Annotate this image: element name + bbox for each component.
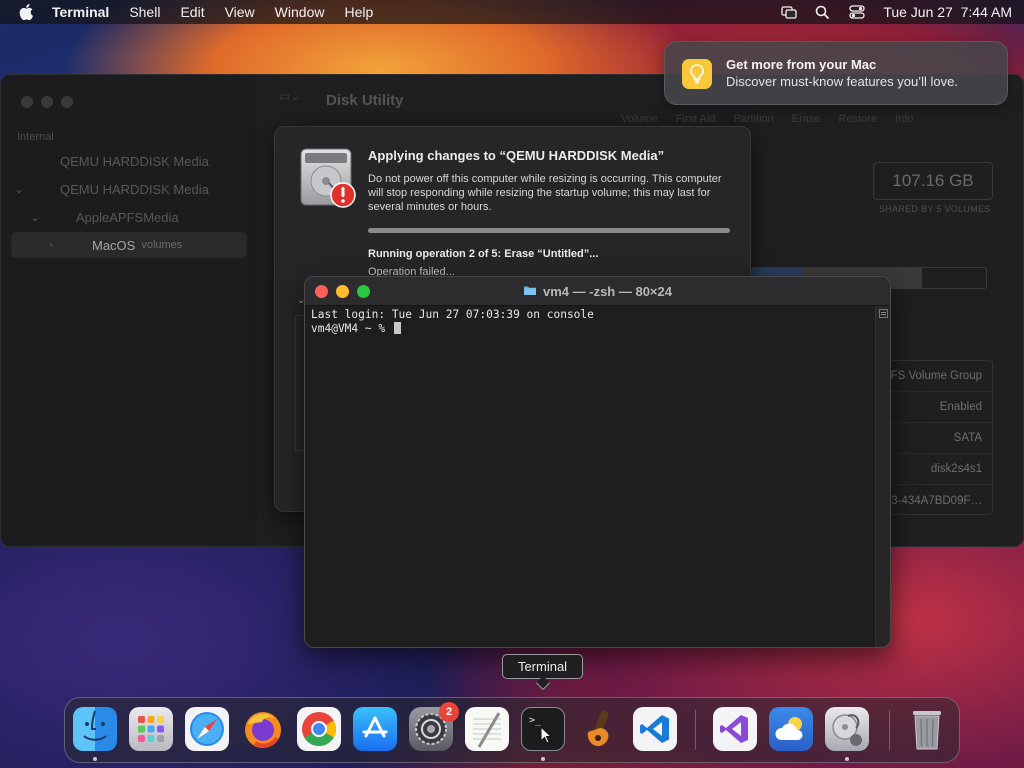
sidebar-toggle-icon[interactable]: ▭⌄ (279, 89, 309, 109)
trash-icon[interactable] (905, 707, 949, 751)
terminal-icon[interactable]: >_ (521, 707, 565, 751)
operation-status: Running operation 2 of 5: Erase “Untitle… (368, 248, 599, 260)
folder-icon (523, 284, 537, 299)
terminal-cursor (393, 322, 401, 334)
safari-icon[interactable] (185, 707, 229, 751)
info-row: …3-434A7BD09F… (879, 494, 982, 507)
textedit-icon[interactable] (465, 707, 509, 751)
minimize-button[interactable] (336, 285, 349, 298)
terminal-window[interactable]: vm4 — -zsh — 80×24 Last login: Tue Jun 2… (304, 276, 891, 648)
sidebar-item-macos[interactable]: › MacOS volumes (11, 232, 247, 258)
notification-badge: 2 (439, 702, 459, 722)
window-title: Disk Utility (326, 92, 404, 109)
chevron-down-icon[interactable]: ⌄ (11, 183, 27, 196)
garageband-icon[interactable] (577, 707, 621, 751)
sidebar-item-disk-1[interactable]: QEMU HARDDISK Media (11, 148, 247, 174)
sidebar-item-label: QEMU HARDDISK Media (60, 153, 209, 169)
toolbar-label[interactable]: Partition (733, 113, 773, 125)
finder-icon[interactable] (73, 707, 117, 751)
toolbar: Volume First Aid Partition Erase Restore… (621, 113, 913, 125)
sheet-title: Applying changes to “QEMU HARDDISK Media… (368, 148, 665, 163)
menu-help[interactable]: Help (344, 4, 373, 20)
chrome-icon[interactable] (297, 707, 341, 751)
app-store-icon[interactable] (353, 707, 397, 751)
toolbar-label[interactable]: Restore (839, 113, 878, 125)
terminal-output[interactable]: Last login: Tue Jun 27 07:03:39 on conso… (305, 306, 877, 647)
toolbar-label[interactable]: Info (895, 113, 913, 125)
notification-title: Get more from your Mac (726, 57, 877, 72)
menu-edit[interactable]: Edit (180, 4, 204, 20)
spotlight-search-icon[interactable] (815, 5, 831, 20)
toolbar-label[interactable]: Volume (621, 113, 658, 125)
progress-bar (368, 228, 730, 233)
sidebar-item-sublabel: volumes (141, 239, 183, 251)
menu-app-name[interactable]: Terminal (52, 4, 109, 20)
visual-studio-icon[interactable] (713, 707, 757, 751)
info-row: Enabled (874, 392, 992, 423)
zoom-button[interactable] (357, 285, 370, 298)
sidebar-item-apfs-media[interactable]: ⌄ AppleAPFSMedia (11, 204, 247, 230)
hard-disk-warning-icon (299, 147, 357, 211)
firefox-icon[interactable] (241, 707, 285, 751)
info-row: APFS Volume Group (874, 361, 992, 392)
notification-body: Discover must-know features you’ll love. (726, 74, 958, 89)
terminal-window-controls (315, 285, 370, 298)
sidebar-item-label: MacOS (92, 237, 136, 253)
shared-volumes-label: SHARED BY 5 VOLUMES (879, 204, 991, 214)
sheet-message: Do not power off this computer while res… (368, 173, 722, 213)
menu-view[interactable]: View (225, 4, 255, 20)
toolbar-label[interactable]: First Aid (676, 113, 716, 125)
menu-shell[interactable]: Shell (129, 4, 160, 20)
system-settings-icon[interactable]: 2 (409, 702, 459, 751)
split-pane-icon[interactable] (879, 309, 888, 318)
tips-notification[interactable]: Get more from your Mac Discover must-kno… (664, 41, 1008, 105)
screen-mirroring-icon[interactable] (781, 5, 797, 19)
terminal-line: Last login: Tue Jun 27 07:03:39 on conso… (311, 308, 594, 321)
menu-window[interactable]: Window (275, 4, 325, 20)
chevron-down-icon[interactable]: ⌄ (27, 211, 43, 224)
sidebar-item-label: QEMU HARDDISK Media (60, 181, 209, 197)
dock: 2 >_ (64, 697, 960, 763)
running-indicator (93, 757, 97, 761)
zoom-button[interactable] (61, 96, 73, 108)
capacity-value: 107.16 GB (873, 162, 993, 200)
terminal-title: vm4 — -zsh — 80×24 (523, 284, 672, 299)
terminal-scrollbar[interactable] (875, 306, 890, 647)
chevron-right-icon[interactable]: › (43, 239, 59, 251)
sidebar-item-label: AppleAPFSMedia (76, 209, 179, 225)
control-center-icon[interactable] (849, 5, 865, 19)
minimize-button[interactable] (41, 96, 53, 108)
dock-separator (889, 710, 890, 750)
close-button[interactable] (21, 96, 33, 108)
volume-info-table: APFS Volume Group Enabled SATA disk2s4s1… (873, 360, 993, 515)
lightbulb-icon (682, 59, 712, 89)
info-row: SATA (874, 423, 992, 454)
menu-bar: Terminal Shell Edit View Window Help Tue… (0, 0, 1024, 24)
running-indicator (541, 757, 545, 761)
apple-menu-icon[interactable] (18, 4, 34, 20)
dock-separator (695, 710, 696, 750)
sidebar-item-disk-2[interactable]: ⌄ QEMU HARDDISK Media (11, 176, 247, 202)
toolbar-label[interactable]: Erase (792, 113, 821, 125)
terminal-prompt: vm4@VM4 ~ % (311, 322, 392, 335)
sidebar-section-label: Internal (17, 131, 54, 143)
disk-utility-window-controls (21, 96, 73, 108)
weather-icon[interactable] (769, 707, 813, 751)
close-button[interactable] (315, 285, 328, 298)
running-indicator (845, 757, 849, 761)
disk-utility-icon[interactable] (825, 707, 869, 751)
vscode-icon[interactable] (633, 707, 677, 751)
disk-utility-sidebar: Internal QEMU HARDDISK Media ⌄ QEMU HARD… (1, 75, 257, 546)
terminal-title-text: vm4 — -zsh — 80×24 (543, 283, 672, 299)
info-row: disk2s4s1 (874, 454, 992, 485)
svg-text:>_: >_ (529, 715, 542, 726)
progress-fill (368, 228, 730, 233)
menu-clock[interactable]: Tue Jun 27 7:44 AM (883, 4, 1012, 20)
terminal-titlebar[interactable]: vm4 — -zsh — 80×24 (305, 277, 890, 306)
dock-tooltip: Terminal (502, 654, 583, 679)
launchpad-icon[interactable] (129, 707, 173, 751)
